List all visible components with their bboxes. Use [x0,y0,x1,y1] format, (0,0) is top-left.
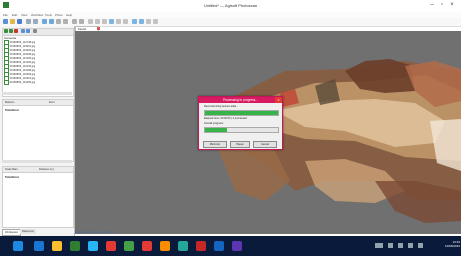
task-progress-bar [204,110,279,116]
network-icon[interactable] [398,243,403,248]
delete-selection-icon[interactable] [72,19,77,24]
menu-tools[interactable]: Tools [45,13,52,17]
system-clock[interactable]: 13:40 10/06/2015 [440,240,460,248]
menu-help[interactable]: Help [66,13,72,17]
tab-reference[interactable]: Reference [20,229,36,234]
distance-col: Distance (m) [39,168,54,171]
media-icon[interactable] [106,241,116,251]
rotate-region-icon[interactable] [63,19,68,24]
redo-icon[interactable] [33,19,38,24]
menu-edit[interactable]: Edit [12,13,17,17]
pause-button[interactable]: Pause [230,141,250,148]
menu-file[interactable]: File [3,13,8,17]
app-icon[interactable] [232,241,242,251]
edge-icon[interactable] [34,241,44,251]
close-window-button[interactable]: × [448,2,456,9]
markers-table: Total Error [2,105,74,162]
minimize-button[interactable]: Minimize [203,141,227,148]
cancel-button[interactable]: Cancel [253,141,277,148]
markers-col: Markers [5,101,15,104]
collapse-icon[interactable] [21,29,25,33]
open-project-icon[interactable] [10,19,15,24]
markers-scrollbar[interactable] [2,160,72,163]
overall-progress-label: Overall progress: [204,122,224,125]
file-explorer-icon[interactable] [52,241,62,251]
illustrator-icon[interactable] [160,241,170,251]
window-title: Untitled* — Agisoft Photoscan [203,3,258,8]
show-markers-icon[interactable] [139,19,144,24]
undo-icon[interactable] [26,19,31,24]
expand-icon[interactable] [26,29,30,33]
navigation-icon[interactable] [42,19,47,24]
add-photos-icon[interactable] [9,29,13,33]
filter-icon[interactable] [33,29,37,33]
crop-selection-icon[interactable] [79,19,84,24]
battery-icon[interactable] [418,243,423,248]
photoscan-icon[interactable] [124,241,134,251]
add-chunk-icon[interactable] [4,29,8,33]
menu-view[interactable]: View [21,13,27,17]
overall-progress-fill [205,128,227,132]
scalebars-table: Total Error [2,172,74,228]
menu-workflow[interactable]: Workflow [31,13,43,17]
dialog-status-text: Reconstructing texture atlas... [204,105,239,108]
new-project-icon[interactable] [3,19,8,24]
reset-view-icon[interactable] [146,19,151,24]
minimize-button[interactable]: – [428,2,436,9]
notification-icon[interactable] [388,243,393,248]
dialog-close-button[interactable]: × [275,97,282,103]
dialog-title: Processing in progress... [199,97,282,103]
show-cameras-icon[interactable] [132,19,137,24]
error-col: Error [49,101,55,104]
task-progress-fill [205,111,278,115]
save-icon[interactable] [17,19,22,24]
scalebars-total: Total Error [5,175,20,179]
rectangle-select-icon[interactable] [49,19,54,24]
model-solid-icon[interactable] [116,19,121,24]
scalebars-col: Scale Bars [5,168,18,171]
elapsed-time-text: Elapsed time: 00:00:00 | 4 processed [204,117,247,120]
horizontal-scrollbar[interactable] [2,92,72,95]
maximize-button[interactable]: ▫ [438,2,446,9]
dense-cloud-icon[interactable] [95,19,100,24]
move-region-icon[interactable] [56,19,61,24]
viewport-status: Perspective 30° | 12.3 m | 0.51 fps [75,231,115,234]
app-icon[interactable] [214,241,224,251]
model-wireframe-icon[interactable] [123,19,128,24]
volume-icon[interactable] [408,243,413,248]
tab-workspace[interactable]: Workspace [2,229,21,236]
model-shaded-icon[interactable] [102,19,107,24]
remove-item-icon[interactable] [14,29,18,33]
skype-icon[interactable] [88,241,98,251]
camera-item[interactable]: 20150806_113235.jpg [4,80,35,85]
markers-total: Total Error [5,108,20,112]
close-tab-icon[interactable] [97,27,100,30]
store-icon[interactable] [70,241,80,251]
point-cloud-icon[interactable] [88,19,93,24]
app-icon[interactable] [178,241,188,251]
acrobat-icon[interactable] [196,241,206,251]
overall-progress-bar [204,127,279,133]
checkbox-icon[interactable] [4,80,9,85]
model-textured-icon[interactable] [109,19,114,24]
start-icon[interactable] [13,241,23,251]
office-icon[interactable] [142,241,152,251]
clock-date: 10/06/2015 [444,244,460,248]
zoom-in-icon[interactable] [153,19,158,24]
keyboard-icon[interactable] [375,243,383,248]
menu-photo[interactable]: Photo [55,13,63,17]
